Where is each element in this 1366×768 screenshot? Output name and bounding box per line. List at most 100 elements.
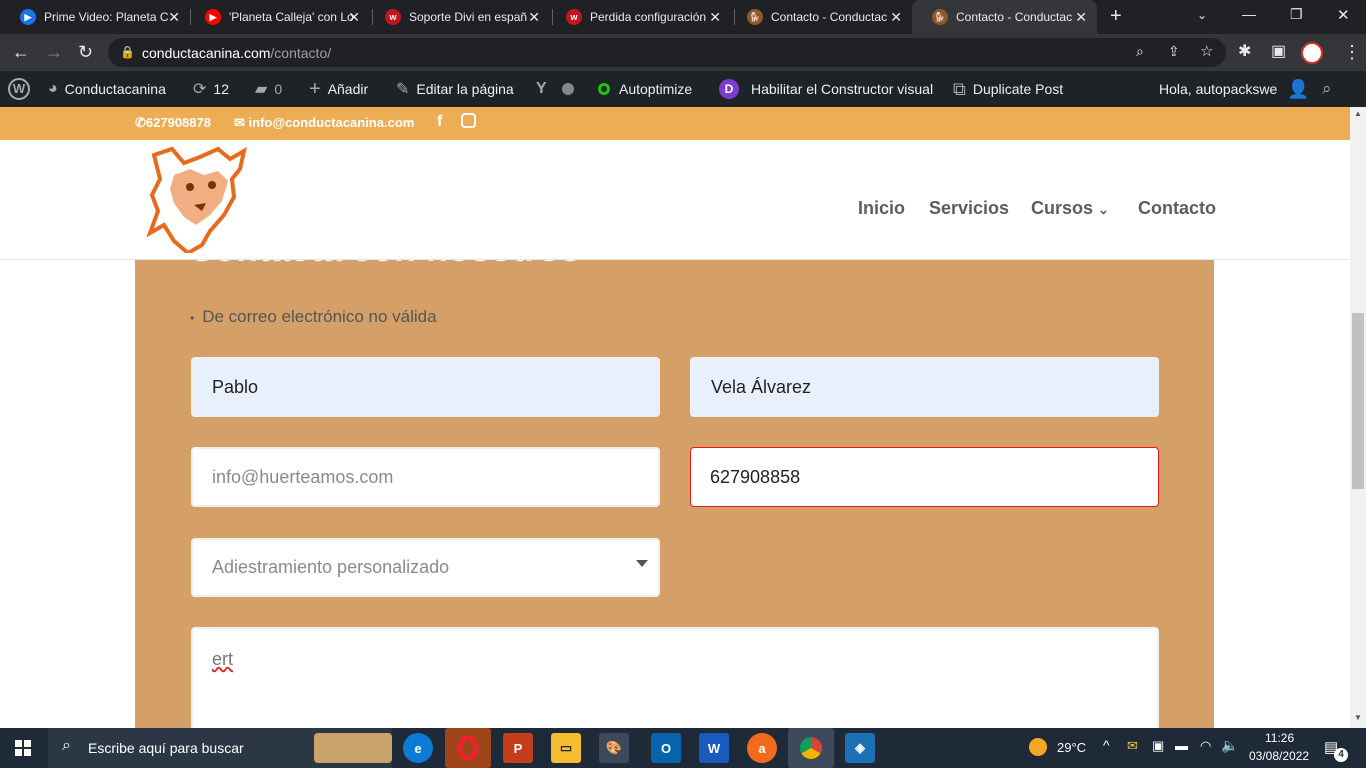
autoptimize-menu[interactable]: Autoptimize [598, 71, 692, 107]
reload-icon[interactable]: ↻ [78, 42, 93, 62]
visual-builder-label: Habilitar el Constructor visual [751, 81, 934, 97]
wifi-icon[interactable]: ◠ [1200, 738, 1211, 754]
browser-tab[interactable]: w Perdida configuración ✕ [546, 0, 731, 34]
email-input[interactable]: info@huerteamos.com [191, 447, 660, 507]
close-tab-icon[interactable]: ✕ [528, 9, 540, 26]
email-link[interactable]: ✉ info@conductacanina.com [234, 115, 414, 131]
yoast-seo-menu[interactable]: Y [536, 71, 574, 107]
minimize-icon[interactable]: — [1242, 6, 1256, 22]
close-tab-icon[interactable]: ✕ [1075, 9, 1087, 26]
taskbar-search-box[interactable]: ⌕ Escribe aquí para buscar [48, 728, 392, 768]
close-tab-icon[interactable]: ✕ [168, 9, 180, 26]
message-textarea[interactable]: ert [191, 627, 1159, 728]
address-bar[interactable]: 🔒 conductacanina.com/contacto/ ⌕ ⇪ ☆ [108, 38, 1226, 67]
service-select[interactable]: Adiestramiento personalizado [191, 538, 660, 597]
admin-search-icon[interactable]: ⌕ [1322, 71, 1332, 107]
forward-icon[interactable]: → [45, 42, 63, 62]
duplicate-post-link[interactable]: ⧉ Duplicate Post [953, 71, 1063, 107]
opera-icon[interactable] [445, 728, 491, 768]
wpmudev-icon: w [385, 9, 401, 25]
browser-tab-active[interactable]: 🐕 Contacto - Conductac ✕ [912, 0, 1097, 34]
phone-link[interactable]: ✆627908878 [135, 115, 211, 131]
visual-builder-link[interactable]: D Habilitar el Constructor visual [719, 71, 933, 107]
menu-item-cursos[interactable]: Cursos [1031, 198, 1093, 219]
chrome-icon[interactable] [788, 728, 834, 768]
page-content: Contacta con nosotros • De correo electró… [0, 260, 1350, 728]
start-logo-pane [15, 740, 22, 747]
outlook-icon[interactable]: O [651, 733, 681, 763]
share-icon[interactable]: ⇪ [1168, 43, 1180, 60]
back-icon[interactable]: ← [12, 42, 30, 62]
add-new-menu[interactable]: + Añadir [309, 71, 368, 107]
wordpress-logo-icon[interactable]: W [8, 71, 30, 107]
last-name-input[interactable]: Vela Álvarez [690, 357, 1159, 417]
browser-tab[interactable]: ▶ 'Planeta Calleja' con Lo ✕ [185, 0, 370, 34]
error-text: De correo electrónico no válida [202, 307, 437, 326]
scroll-down-icon[interactable]: ▼ [1354, 713, 1362, 722]
close-tab-icon[interactable]: ✕ [890, 9, 902, 26]
wpmudev-icon: w [566, 9, 582, 25]
battery-icon[interactable]: ▬ [1175, 738, 1188, 753]
file-explorer-icon[interactable]: ▭ [551, 733, 581, 763]
tab-title: Prime Video: Planeta C [44, 10, 168, 24]
tab-title: Contacto - Conductac [771, 10, 888, 24]
instagram-icon[interactable] [461, 113, 476, 128]
menu-item-inicio[interactable]: Inicio [858, 198, 905, 219]
page-scrollbar[interactable]: ▲ ▼ [1350, 107, 1366, 728]
menu-item-servicios[interactable]: Servicios [929, 198, 1009, 219]
temperature[interactable]: 29°C [1057, 740, 1086, 755]
first-name-input[interactable]: Pablo [191, 357, 660, 417]
my-account-menu[interactable]: Hola, autopackswe 👤 [1159, 71, 1317, 107]
browser-tab[interactable]: ▶ Prime Video: Planeta C ✕ [0, 0, 190, 34]
bullet: • [190, 311, 195, 325]
powerpoint-icon[interactable]: P [503, 733, 533, 763]
start-logo-pane [24, 749, 31, 756]
clock-date[interactable]: 03/08/2022 [1249, 749, 1309, 763]
side-panel-icon[interactable]: ▣ [1271, 42, 1286, 62]
new-tab-button[interactable]: + [1110, 5, 1122, 28]
clock-time[interactable]: 11:26 [1265, 731, 1294, 745]
windows-start-icon[interactable] [15, 740, 31, 756]
plus-icon: + [309, 77, 321, 100]
scrollbar-thumb[interactable] [1352, 313, 1364, 489]
profile-avatar[interactable] [1301, 42, 1323, 64]
bookmark-star-icon[interactable]: ☆ [1200, 42, 1213, 60]
volume-icon[interactable]: 🔈 [1221, 737, 1238, 754]
scroll-up-icon[interactable]: ▲ [1354, 109, 1362, 118]
sketchup-icon[interactable]: ◈ [845, 733, 875, 763]
menu-item-contacto[interactable]: Contacto [1138, 198, 1216, 219]
site-logo[interactable] [144, 145, 252, 253]
facebook-icon[interactable]: f [437, 113, 442, 131]
comments-menu[interactable]: ▰ 0 [255, 71, 282, 107]
browser-menu-icon[interactable]: ⋮ [1343, 42, 1361, 62]
zoom-icon[interactable]: ⌕ [1136, 43, 1144, 60]
dropdown-arrow-icon [636, 560, 648, 567]
close-tab-icon[interactable]: ✕ [709, 9, 721, 26]
site-name-menu[interactable]: ◕ Conductacanina [48, 71, 166, 107]
updates-count: 12 [213, 81, 229, 97]
phone-input[interactable]: 627908858 [690, 447, 1159, 507]
paint-icon[interactable]: 🎨 [599, 733, 629, 763]
opera-logo [458, 736, 478, 760]
tab-search-icon[interactable]: ⌄ [1197, 8, 1207, 22]
mail-tray-icon[interactable]: ✉ [1127, 738, 1138, 754]
duplicate-icon: ⧉ [953, 78, 966, 99]
service-selected-value: Adiestramiento personalizado [212, 557, 450, 577]
close-tab-icon[interactable]: ✕ [348, 9, 360, 26]
edit-page-link[interactable]: ✎ Editar la página [396, 71, 514, 107]
weather-sun-icon[interactable] [1029, 738, 1047, 756]
extensions-icon[interactable]: ✱ [1238, 42, 1251, 62]
tray-chevron-icon[interactable]: ^ [1103, 737, 1110, 753]
close-window-icon[interactable]: ✕ [1337, 6, 1350, 24]
restore-icon[interactable]: ❐ [1290, 6, 1303, 23]
edge-icon[interactable]: e [403, 733, 433, 763]
tab-title: Contacto - Conductac [956, 10, 1073, 24]
browser-tab[interactable]: w Soporte Divi en españ ✕ [365, 0, 550, 34]
word-icon[interactable]: W [699, 733, 729, 763]
browser-tab[interactable]: 🐕 Contacto - Conductac ✕ [727, 0, 912, 34]
meet-now-icon[interactable]: ▣ [1152, 738, 1164, 754]
pencil-icon: ✎ [396, 81, 410, 98]
updates-menu[interactable]: ⟳ 12 [193, 71, 229, 107]
chevron-down-icon[interactable]: ⌄ [1098, 202, 1109, 218]
avast-icon[interactable]: a [747, 733, 777, 763]
